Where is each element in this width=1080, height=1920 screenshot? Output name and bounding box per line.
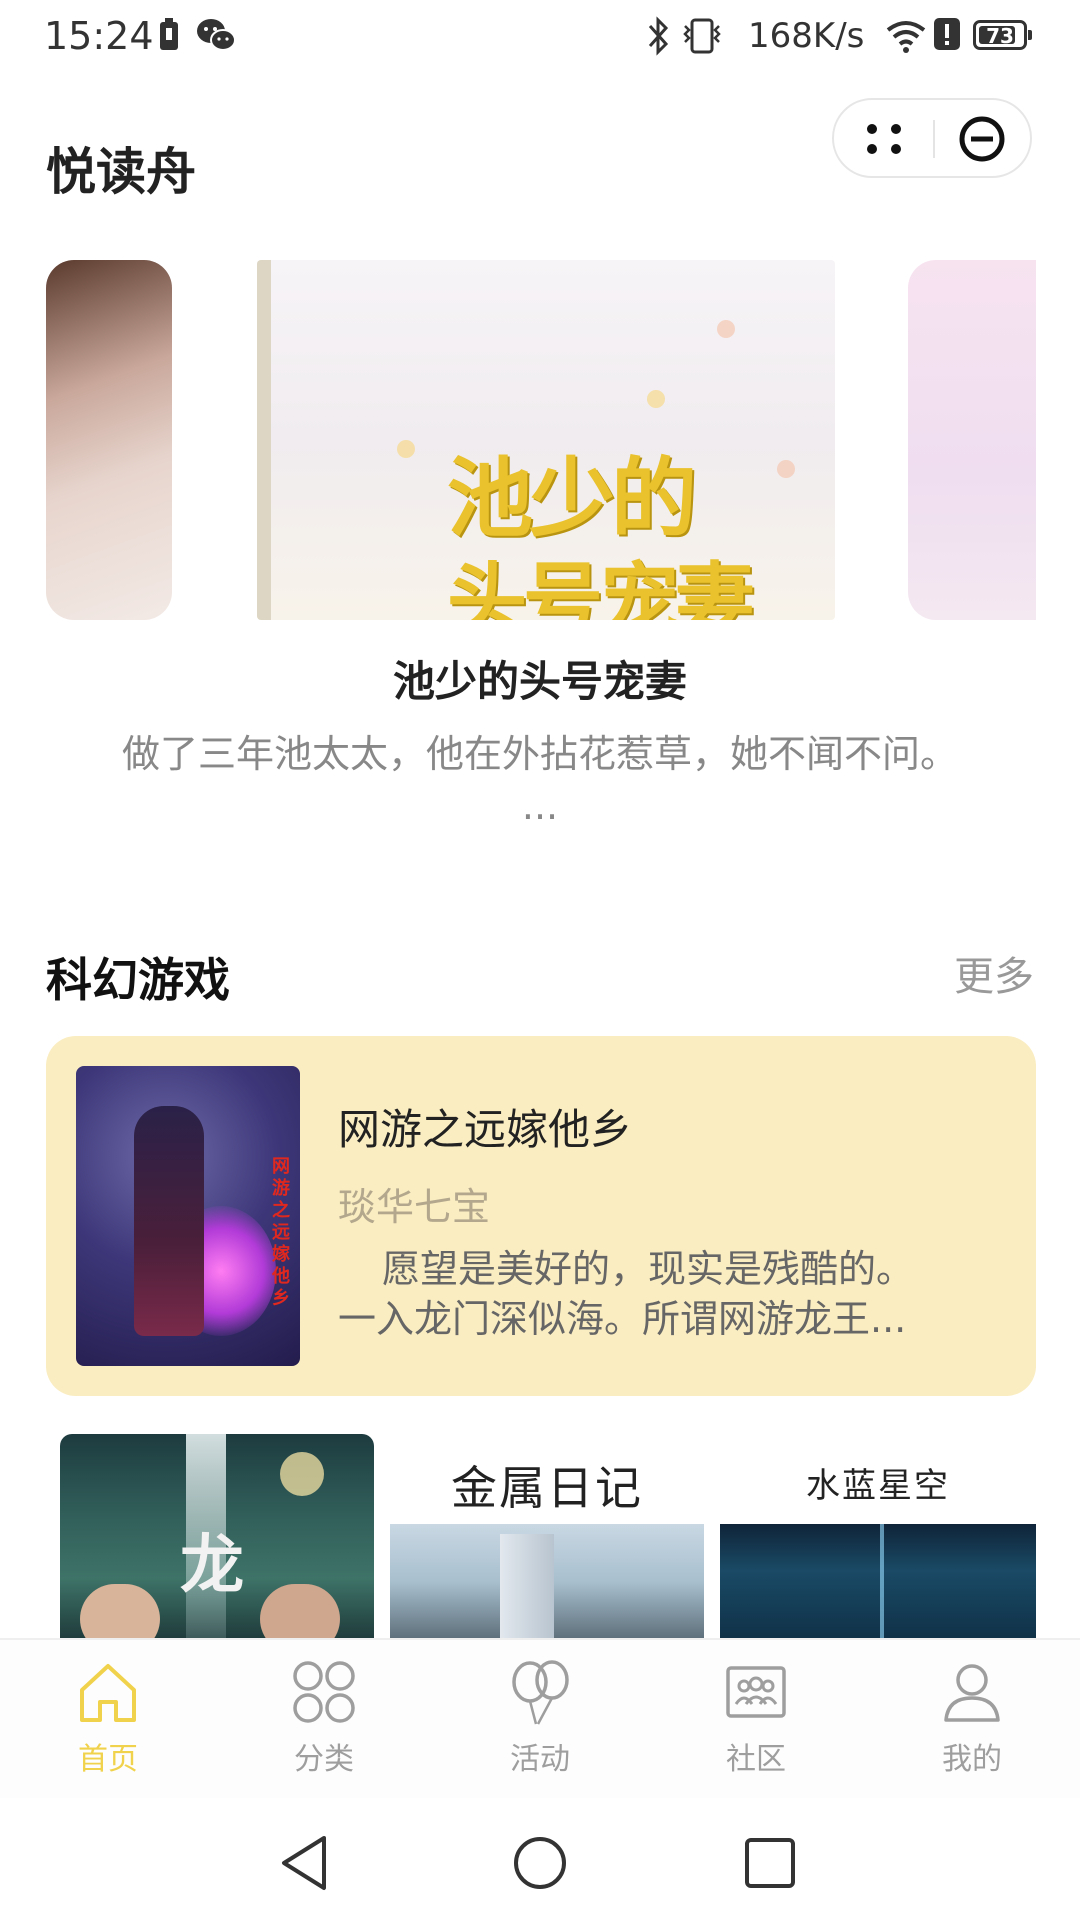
description-line: 愿望是美好的，现实是残酷的。 (382, 1247, 915, 1291)
tab-category[interactable]: 分类 (216, 1640, 432, 1800)
mini-program-capsule (832, 98, 1032, 178)
recents-icon[interactable] (735, 1828, 805, 1898)
banner-prev-cover[interactable] (46, 260, 172, 620)
back-icon[interactable] (270, 1828, 340, 1898)
system-navigation-bar (0, 1798, 1080, 1920)
status-time: 15:24 (44, 14, 154, 58)
book-cover-2[interactable]: 金属日记 (390, 1434, 704, 1640)
category-icon (293, 1661, 355, 1723)
community-icon (726, 1666, 786, 1718)
battery-level: 73 (986, 24, 1014, 48)
balloon-icon (512, 1660, 569, 1725)
vibrate-icon (683, 18, 721, 54)
wechat-icon (197, 19, 236, 51)
tab-label: 我的 (942, 1742, 1002, 1777)
close-button[interactable] (952, 110, 1012, 168)
tab-label: 分类 (294, 1742, 354, 1777)
battery-indicator: 73 (973, 20, 1032, 50)
cover-text: 龙 (180, 1528, 244, 1603)
banner-book-title[interactable]: 池少的头号宠妻 (0, 648, 1080, 709)
tab-label: 社区 (726, 1742, 786, 1777)
featured-book-cover: 网游之远嫁他乡 (76, 1066, 300, 1366)
bluetooth-icon (648, 16, 669, 56)
section-title: 科幻游戏 (46, 953, 230, 1007)
book-cover-1[interactable]: 龙 (60, 1434, 374, 1640)
home-icon (80, 1664, 136, 1722)
sim-icon (160, 18, 178, 50)
book-cover-3[interactable]: 水蓝星空 (720, 1434, 1036, 1640)
more-button[interactable] (854, 110, 914, 168)
banner-next-cover[interactable] (908, 260, 1036, 620)
cover-vertical-text: 网游之远嫁他乡 (272, 1156, 290, 1309)
featured-book-name: 网游之远嫁他乡 (338, 1105, 633, 1154)
status-bar: 15:24 168K/s 73 (0, 0, 1080, 80)
banner-book-description: 做了三年池太太，他在外拈花惹草，她不闻不问。 ... (121, 732, 958, 828)
cover-text: 金属日记 (451, 1461, 643, 1515)
home-nav-icon[interactable] (505, 1828, 575, 1898)
banner-main-cover[interactable]: 池少的 头号宠妻 (257, 260, 835, 620)
cover-title-line1: 池少的 (447, 448, 697, 549)
tab-label: 首页 (78, 1742, 138, 1777)
bottom-tab-bar: 首页 分类 活动 社区 我的 (0, 1638, 1080, 1800)
cover-title-line2: 头号宠妻 (447, 553, 755, 620)
description-line: 一入龙门深似海。所谓网游龙王... (338, 1297, 907, 1341)
profile-icon (944, 1664, 1000, 1722)
section-more-link[interactable]: 更多 (954, 944, 1034, 1002)
wifi-icon (886, 21, 926, 53)
close-circle-icon (959, 116, 1005, 162)
featured-book-card[interactable]: 网游之远嫁他乡 网游之远嫁他乡 琰华七宝 愿望是美好的，现实是残酷的。 一入龙门… (46, 1036, 1036, 1396)
alert-icon (934, 18, 960, 50)
tab-profile[interactable]: 我的 (864, 1640, 1080, 1800)
network-speed: 168K/s (748, 16, 865, 56)
app-title: 悦读舟 (46, 143, 196, 201)
tab-home[interactable]: 首页 (0, 1640, 216, 1800)
featured-book-author: 琰华七宝 (338, 1185, 491, 1229)
tab-label: 活动 (510, 1742, 570, 1777)
more-dots-icon (867, 124, 901, 154)
featured-book-description: 愿望是美好的，现实是残酷的。 一入龙门深似海。所谓网游龙王... (338, 1244, 998, 1344)
tab-activity[interactable]: 活动 (432, 1640, 648, 1800)
tab-community[interactable]: 社区 (648, 1640, 864, 1800)
cover-text: 水蓝星空 (806, 1466, 950, 1506)
